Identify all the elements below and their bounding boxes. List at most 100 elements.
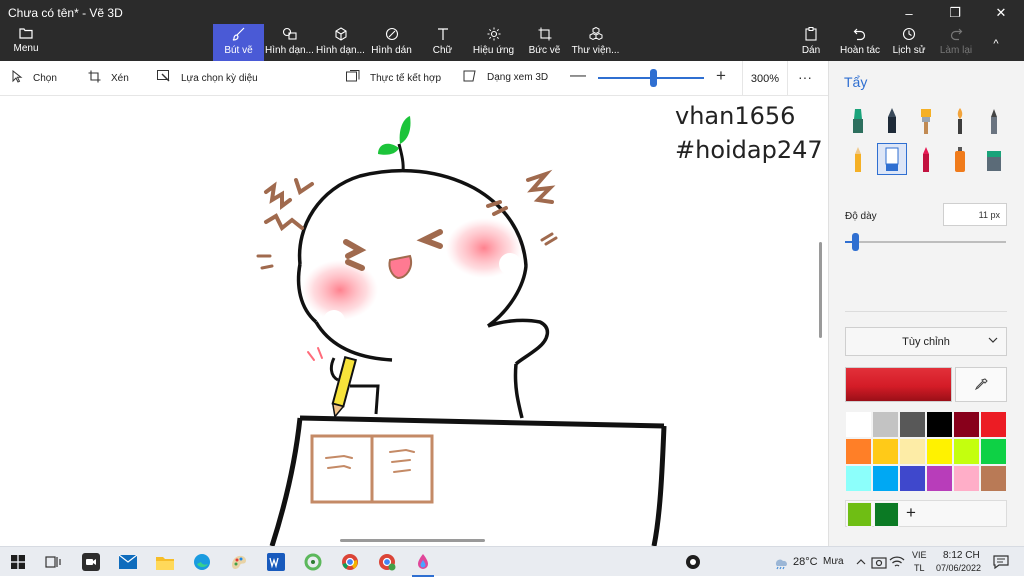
library-icon <box>570 26 621 45</box>
pixel-pen-brush[interactable] <box>979 105 1009 137</box>
palette-swatch[interactable] <box>926 465 953 492</box>
thickness-slider-thumb[interactable] <box>852 233 859 251</box>
fill-bucket-brush[interactable] <box>979 143 1009 175</box>
crayon-brush[interactable] <box>911 143 941 175</box>
zoom-in-button[interactable]: + <box>716 66 726 86</box>
weather-temperature[interactable]: 28°C <box>793 556 818 568</box>
palette-swatch[interactable] <box>953 438 980 465</box>
custom-color-swatch[interactable] <box>847 502 872 527</box>
vertical-scrollbar[interactable] <box>819 242 822 338</box>
collapse-ribbon-button[interactable]: ^ <box>981 24 1011 61</box>
add-color-button[interactable]: + <box>906 503 916 523</box>
task-view-icon[interactable] <box>44 553 62 571</box>
word-app-icon[interactable] <box>267 553 285 571</box>
palette-swatch[interactable] <box>953 465 980 492</box>
left-cheek-highlight <box>323 310 345 332</box>
weather-icon[interactable] <box>772 553 790 571</box>
eyedropper-button[interactable] <box>955 367 1007 402</box>
palette-swatch[interactable] <box>980 465 1007 492</box>
palette-swatch[interactable] <box>872 438 899 465</box>
canvas-text-username[interactable]: vhan1656 <box>675 102 795 130</box>
color-mode-label: Tùy chỉnh <box>902 335 950 348</box>
thickness-slider-track[interactable] <box>845 241 1006 243</box>
paste-button[interactable]: Dán <box>789 24 833 61</box>
zoom-slider-thumb[interactable] <box>650 69 658 87</box>
palette-swatch[interactable] <box>845 411 872 438</box>
wifi-icon[interactable] <box>888 553 906 571</box>
file-explorer-icon[interactable] <box>156 553 174 571</box>
view-3d-button[interactable]: Dạng xem 3D <box>463 70 548 85</box>
zoom-out-button[interactable]: — <box>570 67 586 85</box>
select-button[interactable]: Chọn <box>12 69 57 86</box>
drawing-canvas[interactable]: vhan1656 #hoidap247 <box>0 96 822 546</box>
clock-date[interactable]: 07/06/2022 <box>936 563 981 573</box>
chrome-profile-icon[interactable] <box>378 553 396 571</box>
input-method[interactable]: TL <box>914 563 925 573</box>
undo-button[interactable]: Hoàn tác <box>833 24 887 61</box>
tool-shapes-2d[interactable]: Hình dạn... <box>264 24 315 61</box>
minimize-button[interactable]: – <box>886 0 932 26</box>
redo-label: Làm lại <box>939 45 973 56</box>
magic-select-button[interactable]: Lựa chọn kỳ diệu <box>157 70 258 86</box>
green-app-icon[interactable] <box>304 553 322 571</box>
paint-3d-app-icon[interactable] <box>414 553 432 571</box>
palette-swatch[interactable] <box>926 411 953 438</box>
tool-stickers[interactable]: Hình dán <box>366 24 417 61</box>
zoom-value[interactable]: 300% <box>742 61 788 96</box>
palette-swatch[interactable] <box>899 465 926 492</box>
palette-swatch[interactable] <box>980 411 1007 438</box>
current-color-swatch[interactable] <box>845 367 952 402</box>
chrome-browser-icon[interactable] <box>341 553 359 571</box>
paint-app-icon[interactable] <box>230 553 248 571</box>
spray-can-brush[interactable] <box>945 143 975 175</box>
undo-label: Hoàn tác <box>839 45 881 56</box>
canvas-text-hashtag[interactable]: #hoidap247 <box>675 136 822 164</box>
palette-swatch[interactable] <box>953 411 980 438</box>
color-mode-dropdown[interactable]: Tùy chỉnh <box>845 327 1007 356</box>
calligraphy-pen-brush[interactable] <box>877 105 907 137</box>
close-button[interactable]: ✕ <box>978 0 1024 26</box>
palette-swatch[interactable] <box>872 465 899 492</box>
tool-library[interactable]: Thư viện... <box>570 24 621 61</box>
history-button[interactable]: Lịch sử <box>887 24 931 61</box>
tool-brushes-label: Bút vẽ <box>224 45 253 56</box>
watercolor-brush[interactable] <box>945 105 975 137</box>
crop-button[interactable]: Xén <box>88 70 129 86</box>
weather-condition[interactable]: Mưa <box>823 556 844 567</box>
more-options-button[interactable]: ··· <box>798 69 812 85</box>
palette-swatch[interactable] <box>845 465 872 492</box>
tool-canvas[interactable]: Bức vẽ <box>519 24 570 61</box>
palette-swatch[interactable] <box>872 411 899 438</box>
zalo-tray-icon[interactable] <box>684 553 702 571</box>
tool-brushes[interactable]: Bút vẽ <box>213 24 264 61</box>
horizontal-scrollbar[interactable] <box>340 539 485 542</box>
thickness-input[interactable]: 11 px <box>943 203 1007 226</box>
clock-time[interactable]: 8:12 CH <box>943 550 980 561</box>
palette-swatch[interactable] <box>899 438 926 465</box>
mail-app-icon[interactable] <box>119 553 137 571</box>
start-windows-icon[interactable] <box>9 553 27 571</box>
maximize-button[interactable]: ❐ <box>932 0 978 26</box>
menu-button[interactable]: Menu <box>8 27 44 54</box>
tool-effects[interactable]: Hiệu ứng <box>468 24 519 61</box>
palette-swatch[interactable] <box>980 438 1007 465</box>
input-language[interactable]: VIE <box>912 550 927 560</box>
oil-brush[interactable] <box>911 105 941 137</box>
eraser-brush[interactable] <box>877 143 907 175</box>
custom-color-swatch[interactable] <box>874 502 899 527</box>
redo-button[interactable]: Làm lại <box>931 24 981 61</box>
edge-browser-icon[interactable] <box>193 553 211 571</box>
menu-label: Menu <box>13 43 39 54</box>
notification-icon[interactable] <box>992 553 1010 571</box>
palette-swatch[interactable] <box>899 411 926 438</box>
zoom-app-icon[interactable] <box>82 553 100 571</box>
tool-shapes-3d[interactable]: Hình dạn... <box>315 24 366 61</box>
palette-swatch[interactable] <box>926 438 953 465</box>
palette-swatch[interactable] <box>845 438 872 465</box>
tool-text[interactable]: Chữ <box>417 24 468 61</box>
camera-icon[interactable] <box>870 553 888 571</box>
pencil-brush[interactable] <box>843 143 873 175</box>
chevron-up-icon[interactable] <box>852 553 870 571</box>
marker-brush[interactable] <box>843 105 873 137</box>
mixed-reality-button[interactable]: Thực tế kết hợp <box>346 70 441 86</box>
